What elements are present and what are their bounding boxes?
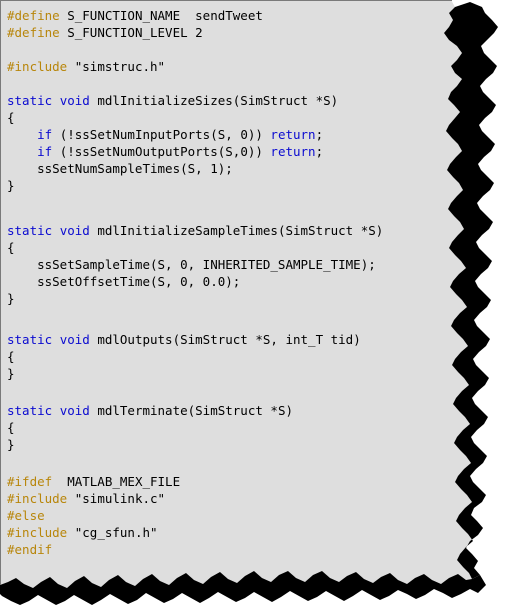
keyword-token: return bbox=[270, 144, 316, 159]
code-line[interactable]: { bbox=[7, 348, 15, 365]
preprocessor-token: #else bbox=[7, 508, 45, 523]
preprocessor-token: #ifdef bbox=[7, 474, 53, 489]
keyword-token: static bbox=[7, 403, 53, 418]
preprocessor-token: #define bbox=[7, 25, 60, 40]
code-line[interactable]: } bbox=[7, 290, 15, 307]
code-line[interactable]: ssSetNumSampleTimes(S, 1); bbox=[7, 160, 233, 177]
code-line[interactable]: #include "simstruc.h" bbox=[7, 58, 165, 75]
code-token: "simstruc.h" bbox=[67, 59, 166, 74]
code-line[interactable]: { bbox=[7, 109, 15, 126]
code-line[interactable]: static void mdlInitializeSizes(SimStruct… bbox=[7, 92, 338, 109]
code-token: MATLAB_MEX_FILE bbox=[52, 474, 181, 489]
code-token: ssSetSampleTime(S, 0, INHERITED_SAMPLE_T… bbox=[7, 257, 376, 272]
code-line[interactable]: if (!ssSetNumOutputPorts(S,0)) return; bbox=[7, 143, 323, 160]
code-line[interactable]: } bbox=[7, 365, 15, 382]
code-token: } bbox=[7, 291, 15, 306]
code-token: ssSetNumSampleTimes(S, 1); bbox=[7, 161, 233, 176]
code-line[interactable]: static void mdlTerminate(SimStruct *S) bbox=[7, 402, 293, 419]
preprocessor-token: #include bbox=[7, 525, 68, 540]
code-token: mdlInitializeSampleTimes(SimStruct *S) bbox=[89, 223, 384, 238]
keyword-token: static bbox=[7, 223, 53, 238]
keyword-token: void bbox=[59, 93, 90, 108]
preprocessor-token: #include bbox=[7, 59, 68, 74]
preprocessor-token: #endif bbox=[7, 542, 53, 557]
code-token: } bbox=[7, 178, 15, 193]
code-line[interactable]: #include "cg_sfun.h" bbox=[7, 524, 158, 541]
code-text-layer[interactable]: #define S_FUNCTION_NAME sendTweet #define… bbox=[0, 0, 506, 611]
code-token: ; bbox=[315, 144, 324, 159]
code-token: (!ssSetNumOutputPorts(S,0)) bbox=[52, 144, 271, 159]
code-line[interactable]: ssSetSampleTime(S, 0, INHERITED_SAMPLE_T… bbox=[7, 256, 376, 273]
code-token: mdlTerminate(SimStruct *S) bbox=[89, 403, 293, 418]
code-token: (!ssSetNumInputPorts(S, 0)) bbox=[52, 127, 271, 142]
keyword-token: if bbox=[37, 127, 53, 142]
code-line[interactable]: #include "simulink.c" bbox=[7, 490, 165, 507]
code-token: { bbox=[7, 110, 15, 125]
code-line[interactable]: #ifdef MATLAB_MEX_FILE bbox=[7, 473, 180, 490]
keyword-token: void bbox=[59, 223, 90, 238]
code-line[interactable]: #define S_FUNCTION_NAME sendTweet bbox=[7, 7, 263, 24]
keyword-token: void bbox=[59, 332, 90, 347]
screenshot-stage: #define S_FUNCTION_NAME sendTweet #define… bbox=[0, 0, 506, 611]
keyword-token: void bbox=[59, 403, 90, 418]
code-token: { bbox=[7, 240, 15, 255]
code-token: ; bbox=[315, 127, 324, 142]
code-line[interactable]: static void mdlOutputs(SimStruct *S, int… bbox=[7, 331, 361, 348]
code-line[interactable]: static void mdlInitializeSampleTimes(Sim… bbox=[7, 222, 383, 239]
code-line[interactable]: #else bbox=[7, 507, 45, 524]
code-token: "cg_sfun.h" bbox=[67, 525, 158, 540]
keyword-token: static bbox=[7, 93, 53, 108]
code-token: "simulink.c" bbox=[67, 491, 166, 506]
code-token: { bbox=[7, 349, 15, 364]
code-line[interactable]: if (!ssSetNumInputPorts(S, 0)) return; bbox=[7, 126, 323, 143]
code-line[interactable]: } bbox=[7, 436, 15, 453]
keyword-token: if bbox=[37, 144, 53, 159]
preprocessor-token: #include bbox=[7, 491, 68, 506]
code-token: } bbox=[7, 366, 15, 381]
code-token: ssSetOffsetTime(S, 0, 0.0); bbox=[7, 274, 241, 289]
code-token: mdlInitializeSizes(SimStruct *S) bbox=[89, 93, 339, 108]
code-line[interactable]: #endif bbox=[7, 541, 52, 558]
keyword-token: static bbox=[7, 332, 53, 347]
code-line[interactable]: } bbox=[7, 177, 15, 194]
code-token: S_FUNCTION_NAME sendTweet bbox=[59, 8, 263, 23]
code-line[interactable]: #define S_FUNCTION_LEVEL 2 bbox=[7, 24, 203, 41]
code-token: } bbox=[7, 437, 15, 452]
keyword-token: return bbox=[270, 127, 316, 142]
code-token: mdlOutputs(SimStruct *S, int_T tid) bbox=[89, 332, 361, 347]
code-token: S_FUNCTION_LEVEL 2 bbox=[59, 25, 203, 40]
preprocessor-token: #define bbox=[7, 8, 60, 23]
code-line[interactable]: { bbox=[7, 239, 15, 256]
code-line[interactable]: { bbox=[7, 419, 15, 436]
code-token: { bbox=[7, 420, 15, 435]
code-line[interactable]: ssSetOffsetTime(S, 0, 0.0); bbox=[7, 273, 240, 290]
